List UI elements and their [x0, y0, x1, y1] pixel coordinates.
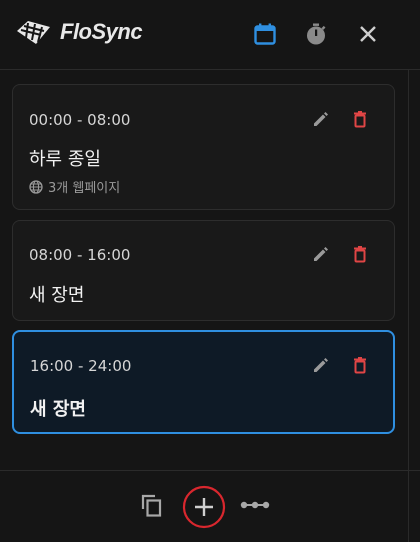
delete-icon	[354, 357, 366, 374]
add-schedule-button[interactable]	[182, 485, 226, 529]
timer-button[interactable]	[300, 18, 332, 50]
schedule-time: 00:00 - 08:00	[29, 111, 131, 129]
globe-icon	[29, 179, 43, 194]
schedule-subtitle: 3개 웹페이지	[29, 177, 120, 196]
add-icon	[182, 485, 226, 529]
delete-button[interactable]	[347, 352, 373, 378]
schedule-time: 16:00 - 24:00	[30, 357, 132, 375]
schedule-card[interactable]: 00:00 - 08:00 하루 종일 3개 웹페이지	[12, 84, 395, 210]
timer-icon	[307, 23, 326, 45]
schedule-time: 08:00 - 16:00	[29, 246, 131, 264]
schedule-title: 하루 종일	[29, 149, 101, 170]
calendar-button[interactable]	[249, 18, 281, 50]
more-icon	[240, 501, 270, 509]
delete-button[interactable]	[347, 241, 373, 267]
close-button[interactable]	[352, 18, 384, 50]
close-icon	[360, 26, 376, 42]
schedule-card[interactable]: 08:00 - 16:00 새 장면	[12, 220, 395, 321]
footer-toolbar	[0, 470, 420, 542]
app-logo: FloSync	[14, 18, 143, 46]
edit-icon	[314, 112, 328, 126]
delete-icon	[354, 246, 366, 263]
schedule-title: 새 장면	[29, 285, 85, 306]
edit-button[interactable]	[308, 106, 334, 132]
flosync-logo-icon	[17, 21, 50, 44]
schedule-title: 새 장면	[30, 399, 86, 420]
copy-button[interactable]	[138, 491, 166, 519]
more-button[interactable]	[240, 491, 270, 519]
edit-icon	[314, 247, 328, 261]
app-name: FloSync	[60, 19, 143, 44]
calendar-icon	[254, 23, 276, 45]
schedule-card-active[interactable]: 16:00 - 24:00 새 장면	[12, 330, 395, 434]
edit-icon	[314, 358, 328, 372]
delete-icon	[354, 111, 366, 128]
edit-button[interactable]	[308, 241, 334, 267]
edit-button[interactable]	[308, 352, 334, 378]
header: FloSync	[0, 0, 420, 70]
delete-button[interactable]	[347, 106, 373, 132]
webpage-count: 3개 웹페이지	[48, 181, 121, 196]
copy-icon	[141, 494, 162, 517]
